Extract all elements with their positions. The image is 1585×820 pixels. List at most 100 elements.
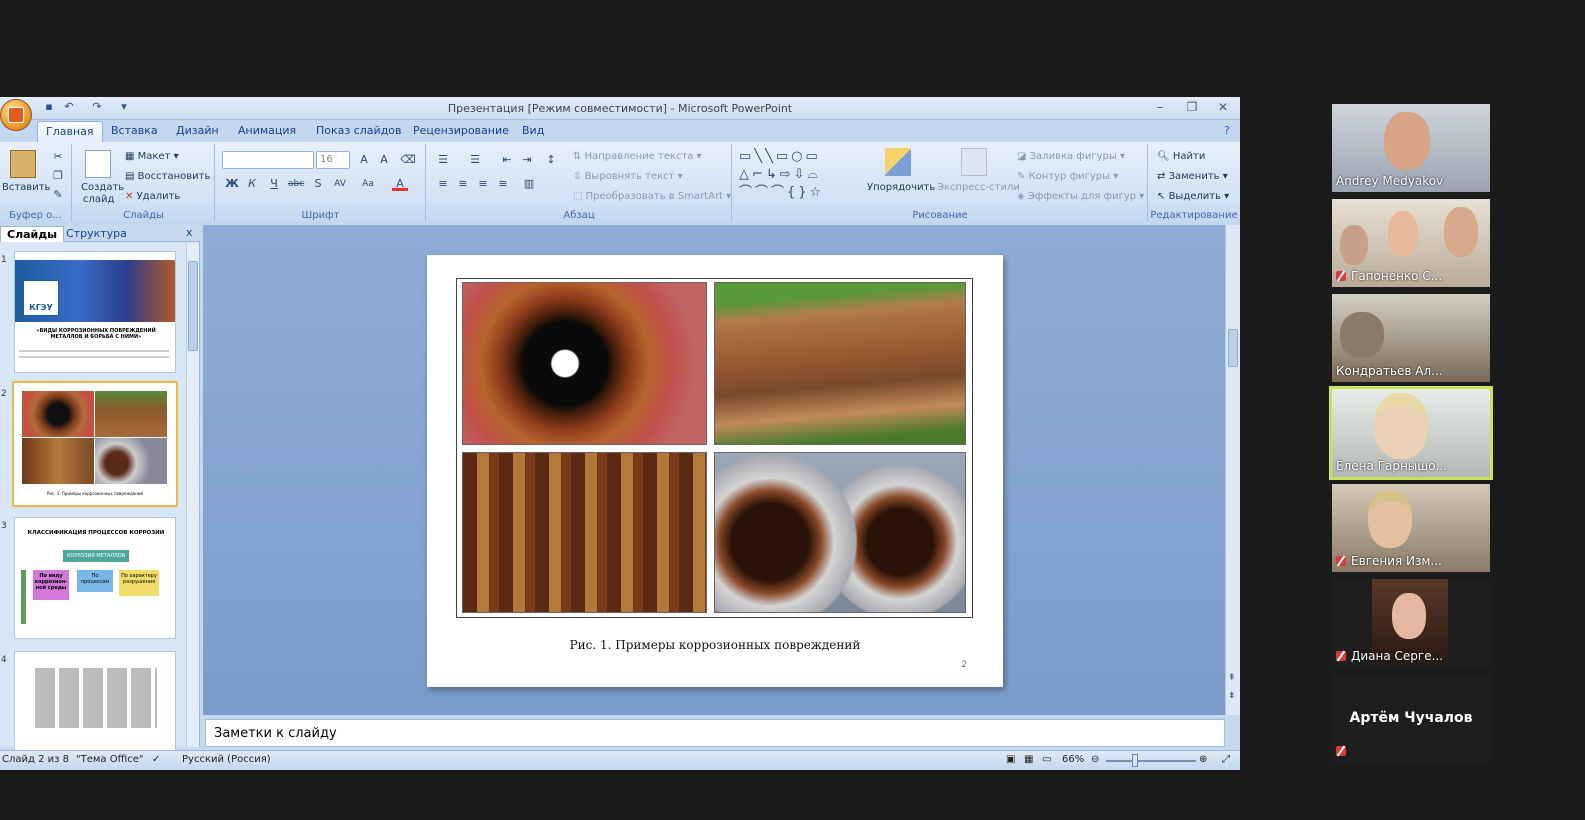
columns-icon[interactable]: ▥ xyxy=(521,177,537,191)
tab-insert[interactable]: Вставка xyxy=(111,124,158,137)
slide-thumbnail-3[interactable]: КЛАССИФИКАЦИЯ ПРОЦЕССОВ КОРРОЗИИ КОРРОЗИ… xyxy=(14,517,176,639)
shape-outline-button[interactable]: ✎ Контур фигуры ▾ xyxy=(1017,171,1118,182)
align-center-icon[interactable]: ≡ xyxy=(455,177,471,191)
underline-icon[interactable]: Ч xyxy=(266,177,282,191)
shrink-font-icon[interactable]: A xyxy=(376,153,392,167)
fit-window-icon[interactable]: ⤢ xyxy=(1222,754,1230,765)
text-direction-button[interactable]: ⇅ Направление текста ▾ xyxy=(573,151,702,162)
participant-tile-5[interactable]: Евгения Изм... xyxy=(1332,484,1490,572)
shape-fill-button[interactable]: ◪ Заливка фигуры ▾ xyxy=(1017,151,1125,162)
customize-toolbar-icon[interactable]: ▾ xyxy=(117,100,131,114)
replace-button[interactable]: ⇄ Заменить ▾ xyxy=(1157,171,1228,182)
align-text-button[interactable]: ⇳ Выровнять текст ▾ xyxy=(573,171,683,182)
shadow-icon[interactable]: S xyxy=(310,177,326,191)
current-slide[interactable]: Рис. 1. Примеры коррозионных повреждений… xyxy=(427,255,1003,687)
copy-icon[interactable]: ❐ xyxy=(50,169,66,183)
smartart-button[interactable]: ⬚ Преобразовать в SmartArt ▾ xyxy=(573,191,731,202)
clear-format-icon[interactable]: ⌫ xyxy=(400,153,416,167)
close-button[interactable]: ✕ xyxy=(1213,99,1233,115)
maximize-button[interactable]: ❐ xyxy=(1182,99,1202,115)
slide-thumbnail-4[interactable] xyxy=(14,651,176,751)
justify-icon[interactable]: ≡ xyxy=(495,177,511,191)
language-indicator[interactable]: Русский (Россия) xyxy=(182,754,271,765)
new-slide-button[interactable]: Создать xyxy=(81,182,124,193)
shapes-gallery[interactable]: ▭╲╲▭○▭ △⌐↳⇨⇩⌓ ⌒⌒⌒{}☆ xyxy=(739,148,859,200)
bold-icon[interactable]: Ж xyxy=(224,177,240,191)
participant-tile-7[interactable]: Артём Чучалов xyxy=(1332,674,1490,762)
select-button[interactable]: ↖ Выделить ▾ xyxy=(1157,191,1229,202)
slides-pane-scroll-thumb[interactable] xyxy=(188,261,198,351)
sorter-view-icon[interactable]: ▦ xyxy=(1024,754,1033,765)
help-icon[interactable]: ? xyxy=(1224,124,1230,137)
font-label: Шрифт xyxy=(301,210,340,221)
participant-tile-3[interactable]: Кондратьев Ал... xyxy=(1332,294,1490,382)
bullets-icon[interactable]: ☰ xyxy=(435,153,451,167)
muted-mic-icon xyxy=(1336,746,1346,756)
participant-tile-1[interactable]: Andrey Medyakov xyxy=(1332,104,1490,192)
slideshow-view-icon[interactable]: ▭ xyxy=(1042,754,1051,765)
tab-outline[interactable]: Структура xyxy=(60,226,133,241)
next-slide-icon[interactable]: ⇟ xyxy=(1228,691,1236,701)
increase-indent-icon[interactable]: ⇥ xyxy=(519,153,535,167)
shape-effects-button[interactable]: ◈ Эффекты для фигур ▾ xyxy=(1017,191,1144,202)
format-painter-icon[interactable]: ✎ xyxy=(50,188,66,202)
participant-tile-4[interactable]: Елена Гарнышо... xyxy=(1329,386,1493,480)
slide-thumbnail-1[interactable]: КГЭУ «ВИДЫ КОРРОЗИОННЫХ ПОВРЕЖДЕНИЙ МЕТА… xyxy=(14,251,176,373)
slide-thumbnail-2[interactable]: Рис. 1. Примеры коррозионных повреждений xyxy=(12,381,178,507)
participant-name: Диана Серге... xyxy=(1336,649,1443,663)
paste-button[interactable]: Вставить xyxy=(2,182,50,193)
italic-icon[interactable]: К xyxy=(244,177,260,191)
align-left-icon[interactable]: ≡ xyxy=(435,177,451,191)
close-pane-icon[interactable]: x xyxy=(180,225,199,240)
notes-pane[interactable]: Заметки к слайду xyxy=(205,719,1225,747)
zoom-slider[interactable] xyxy=(1106,760,1196,762)
zoom-out-icon[interactable]: ⊖ xyxy=(1091,754,1099,765)
font-color-icon[interactable]: A xyxy=(392,177,408,191)
ribbon-tabs: Главная Вставка Дизайн Анимация Показ сл… xyxy=(0,120,1240,142)
editor-scroll-thumb[interactable] xyxy=(1228,329,1238,367)
case-icon[interactable]: Aa xyxy=(360,177,376,191)
arrange-button[interactable]: Упорядочить xyxy=(867,182,935,193)
prev-slide-icon[interactable]: ⇞ xyxy=(1228,673,1236,683)
normal-view-icon[interactable]: ▣ xyxy=(1006,754,1015,765)
grow-font-icon[interactable]: A xyxy=(356,153,372,167)
spellcheck-icon[interactable]: ✓ xyxy=(152,754,160,765)
tab-home[interactable]: Главная xyxy=(37,121,103,142)
line-spacing-icon[interactable]: ↕ xyxy=(543,153,559,167)
align-right-icon[interactable]: ≡ xyxy=(475,177,491,191)
office-button[interactable] xyxy=(0,99,32,131)
delete-slide-button[interactable]: ✕ Удалить xyxy=(125,191,180,202)
zoom-level[interactable]: 66% xyxy=(1062,754,1084,765)
font-name-input[interactable] xyxy=(222,151,314,169)
photo-corroded-welds xyxy=(462,452,707,613)
slides-pane-scrollbar[interactable] xyxy=(186,243,199,747)
zoom-in-icon[interactable]: ⊕ xyxy=(1199,754,1207,765)
numbering-icon[interactable]: ☰ xyxy=(467,153,483,167)
new-slide-label2[interactable]: слайд xyxy=(83,194,114,205)
font-size-input[interactable]: 16 xyxy=(316,151,350,169)
tab-view[interactable]: Вид xyxy=(522,124,544,137)
undo-icon[interactable]: ↶ xyxy=(62,100,76,114)
spacing-icon[interactable]: AV xyxy=(332,177,348,191)
editor-scrollbar[interactable]: ⇞ ⇟ xyxy=(1225,225,1240,715)
find-button[interactable]: 🔍︎ Найти xyxy=(1157,151,1205,162)
participant-tile-2[interactable]: Гапоненко С... xyxy=(1332,199,1490,287)
strikethrough-icon[interactable]: abc xyxy=(288,177,304,191)
redo-icon[interactable]: ↷ xyxy=(90,100,104,114)
minimize-button[interactable]: – xyxy=(1150,99,1170,115)
layout-button[interactable]: ▦ Макет ▾ xyxy=(125,151,179,162)
tab-design[interactable]: Дизайн xyxy=(176,124,219,137)
zoom-slider-thumb[interactable] xyxy=(1132,754,1138,767)
group-slides: Создать слайд ▦ Макет ▾ ▤ Восстановить ✕… xyxy=(73,144,215,222)
tab-slides[interactable]: Слайды xyxy=(0,226,65,242)
cut-icon[interactable]: ✂ xyxy=(50,150,66,164)
reset-button[interactable]: ▤ Восстановить xyxy=(125,171,210,182)
tab-animation[interactable]: Анимация xyxy=(238,124,296,137)
tab-slideshow[interactable]: Показ слайдов xyxy=(316,124,402,137)
save-icon[interactable]: ▪ xyxy=(42,100,56,114)
slide1-title: «ВИДЫ КОРРОЗИОННЫХ ПОВРЕЖДЕНИЙ МЕТАЛЛОВ … xyxy=(36,328,156,340)
decrease-indent-icon[interactable]: ⇤ xyxy=(499,153,515,167)
tab-review[interactable]: Рецензирование xyxy=(413,124,509,137)
quick-styles-button[interactable]: Экспресс-стили xyxy=(937,182,1020,193)
participant-tile-6[interactable]: Диана Серге... xyxy=(1332,579,1490,667)
